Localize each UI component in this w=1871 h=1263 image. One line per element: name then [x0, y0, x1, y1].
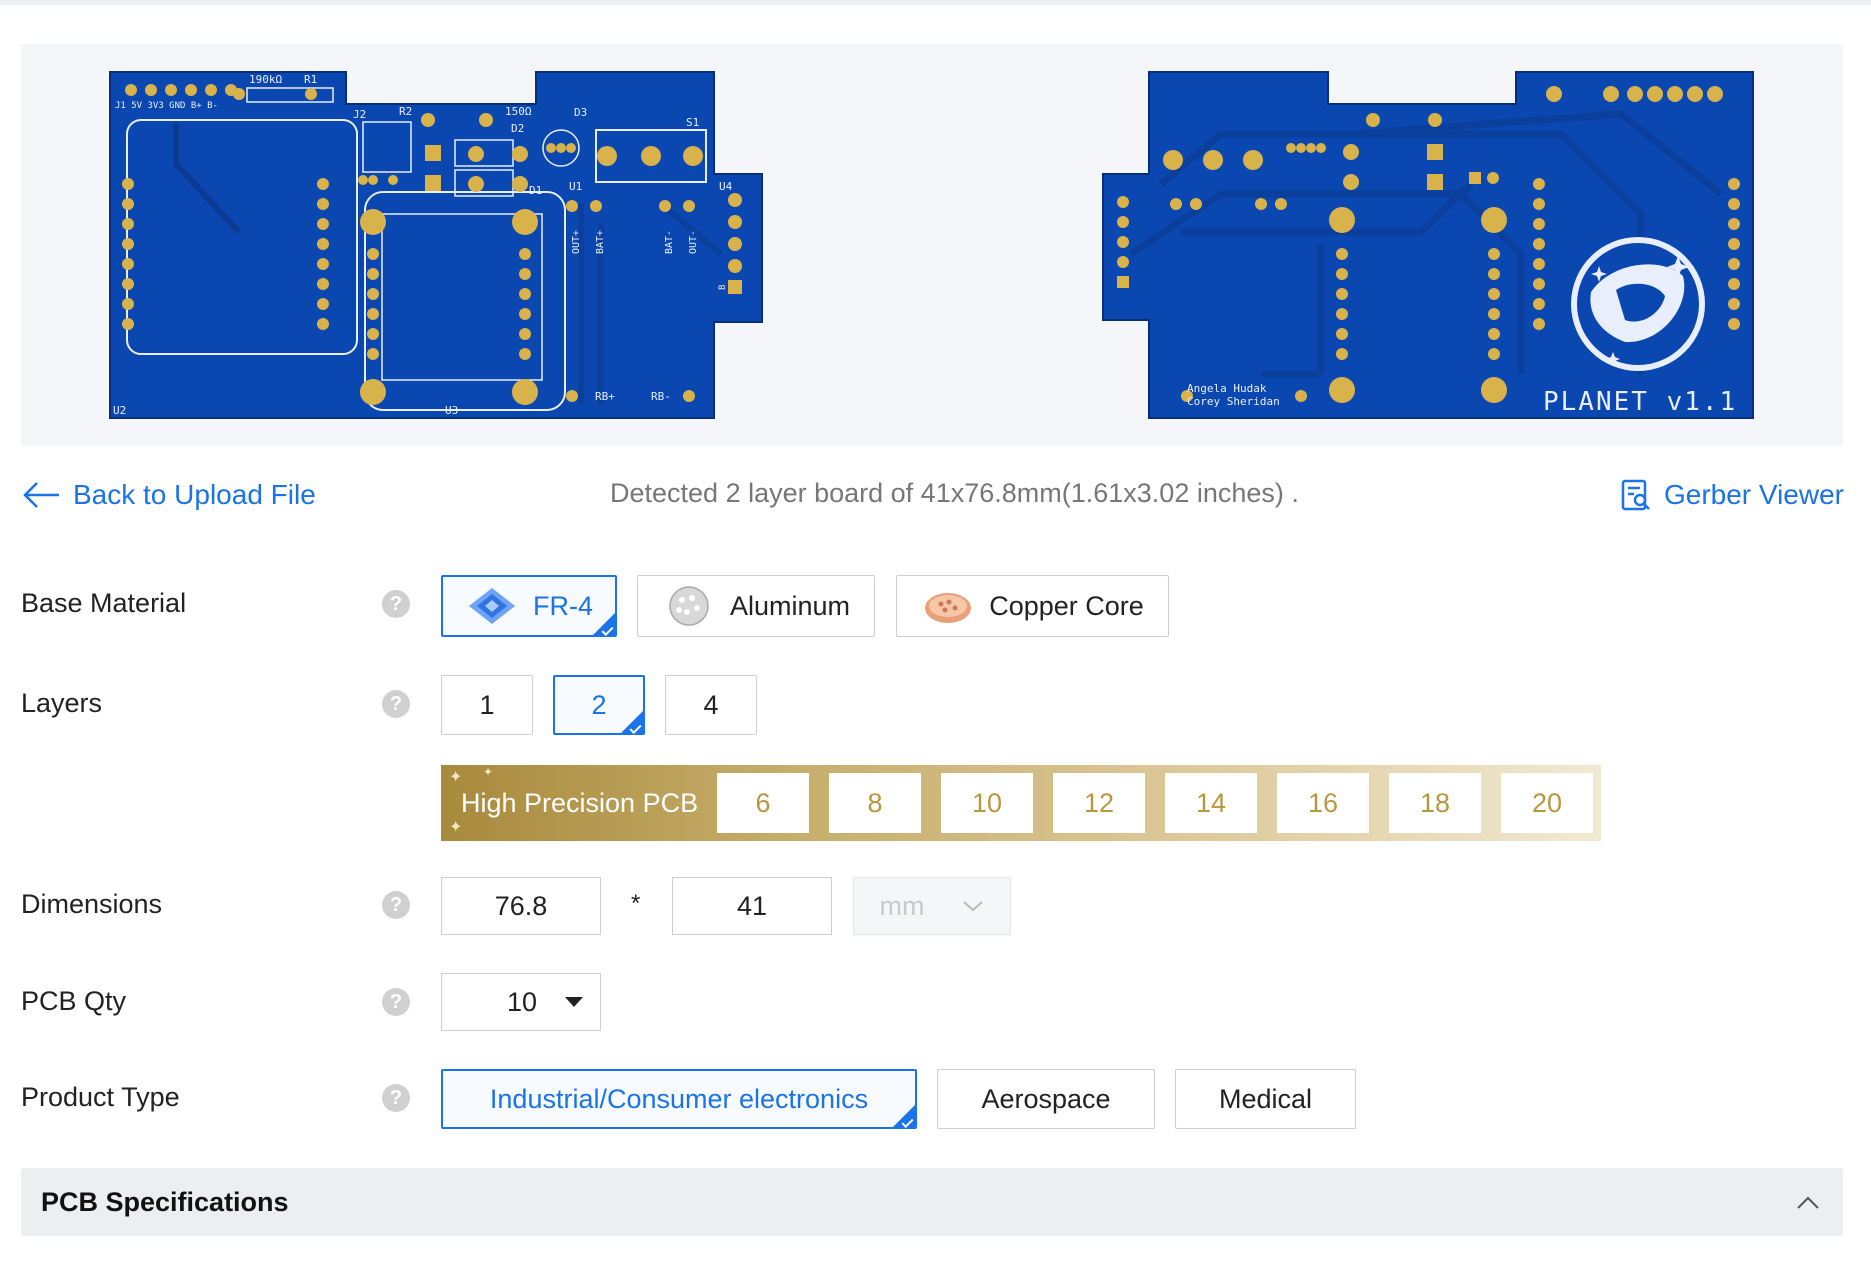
pcb-render-svg: 190kΩ R1 R2 150Ω J2 D2 D3 S1 D1 U1 U4 U2…: [109, 71, 1754, 419]
hp-layer-option[interactable]: 14: [1165, 773, 1257, 833]
silk-r-label: 190kΩ: [249, 73, 282, 86]
pcb-specifications-header[interactable]: PCB Specifications: [21, 1168, 1843, 1236]
hp-layer-option[interactable]: 16: [1277, 773, 1369, 833]
silk-u3: U3: [445, 404, 458, 417]
help-icon[interactable]: ?: [382, 590, 410, 618]
back-link-label: Back to Upload File: [73, 479, 316, 510]
silk-bat-plus: BAT+: [595, 230, 606, 254]
help-icon[interactable]: ?: [382, 891, 410, 919]
silk-u4: U4: [719, 180, 733, 193]
qty-value: 10: [507, 986, 538, 1017]
fr4-icon: [469, 588, 515, 624]
material-aluminum-option[interactable]: Aluminum: [637, 575, 875, 637]
gerber-viewer-link[interactable]: Gerber Viewer: [1620, 475, 1844, 515]
layers-label: Layers: [21, 688, 103, 718]
dimension-length-input[interactable]: 76.8: [441, 877, 601, 935]
dimension-times-sign: *: [631, 890, 641, 917]
silk-bat-minus: BAT-: [664, 230, 675, 254]
aluminum-icon: [669, 586, 709, 626]
silk-d1: D1: [529, 184, 542, 197]
product-option-label: Aerospace: [981, 1083, 1111, 1114]
product-option-label: Industrial/Consumer electronics: [489, 1083, 869, 1114]
silk-u1: U1: [569, 180, 582, 193]
silk-rb-minus: RB-: [651, 390, 671, 403]
layer-option-label: 4: [703, 689, 719, 720]
hp-layer-option[interactable]: 12: [1053, 773, 1145, 833]
dimensions-label: Dimensions: [21, 889, 163, 919]
silk-d3: D3: [574, 106, 587, 119]
caret-down-icon: [565, 997, 583, 1007]
silk-out-minus: OUT-: [688, 230, 699, 254]
top-divider: [0, 0, 1871, 5]
planet-logo-icon: [1571, 237, 1705, 371]
high-precision-label: High Precision PCB: [461, 787, 699, 818]
layer-option-label: 2: [591, 689, 607, 720]
layer-2-option[interactable]: 2: [553, 675, 645, 735]
hp-layer-option[interactable]: 18: [1389, 773, 1481, 833]
high-precision-bar: ✦ ✦ ✦ High Precision PCB 6 8 10 12 14 16…: [441, 765, 1601, 841]
hp-layer-option[interactable]: 20: [1501, 773, 1593, 833]
base-material-label: Base Material: [21, 588, 187, 618]
pcb-qty-label: PCB Qty: [21, 986, 127, 1016]
dimension-width-input[interactable]: 41: [672, 877, 832, 935]
layer-option-label: 1: [479, 689, 495, 720]
copper-core-icon: [925, 593, 972, 623]
dimension-unit-select[interactable]: mm: [853, 877, 1011, 935]
pcb-specifications-title: PCB Specifications: [41, 1186, 289, 1217]
silk-version: PLANET v1.1: [1543, 387, 1737, 417]
product-medical-option[interactable]: Medical: [1175, 1069, 1356, 1129]
silk-j2: J2: [353, 108, 366, 121]
product-option-label: Medical: [1218, 1083, 1313, 1114]
silk-rb-plus: RB+: [595, 390, 615, 403]
silk-header-pins: J1 5V 3V3 GND B+ B-: [115, 101, 218, 111]
product-type-label: Product Type: [21, 1082, 180, 1112]
arrow-left-icon: [23, 482, 59, 508]
silk-r2-value: 150Ω: [505, 105, 532, 118]
hp-layer-option[interactable]: 6: [717, 773, 809, 833]
material-option-label: FR-4: [533, 590, 593, 621]
help-icon[interactable]: ?: [382, 1084, 410, 1112]
material-option-label: Copper Core: [989, 590, 1144, 621]
silk-d2: D2: [511, 122, 524, 135]
layer-1-option[interactable]: 1: [441, 675, 533, 735]
material-option-label: Aluminum: [729, 590, 851, 621]
silk-author1: Angela Hudak: [1187, 382, 1267, 395]
help-icon[interactable]: ?: [382, 690, 410, 718]
chevron-down-icon: [963, 901, 984, 912]
back-to-upload-link[interactable]: Back to Upload File: [21, 475, 316, 515]
chevron-up-icon: [1797, 1196, 1819, 1209]
board-preview: 190kΩ R1 R2 150Ω J2 D2 D3 S1 D1 U1 U4 U2…: [21, 44, 1843, 446]
layer-4-option[interactable]: 4: [665, 675, 757, 735]
gerber-viewer-label: Gerber Viewer: [1663, 479, 1844, 510]
hp-layer-option[interactable]: 10: [941, 773, 1033, 833]
product-aerospace-option[interactable]: Aerospace: [937, 1069, 1155, 1129]
pcb-top-side: 190kΩ R1 R2 150Ω J2 D2 D3 S1 D1 U1 U4 U2…: [109, 71, 763, 419]
pcb-qty-select[interactable]: 10: [441, 973, 601, 1031]
silk-out-plus: OUT+: [571, 230, 582, 254]
silk-b-plus: B: [718, 285, 728, 290]
silk-s1: S1: [686, 116, 699, 129]
detected-board-info: Detected 2 layer board of 41x76.8mm(1.61…: [610, 478, 1299, 508]
hp-layer-option[interactable]: 8: [829, 773, 921, 833]
pcb-bottom-side: Angela Hudak Corey Sheridan PLANET v1.1: [1102, 71, 1754, 419]
silk-author2: Corey Sheridan: [1187, 395, 1280, 408]
material-copper-option[interactable]: Copper Core: [896, 575, 1169, 637]
silk-u2: U2: [113, 404, 126, 417]
product-industrial-option[interactable]: Industrial/Consumer electronics: [441, 1069, 917, 1129]
material-fr4-option[interactable]: FR-4: [441, 575, 617, 637]
silk-r2: R2: [399, 105, 412, 118]
unit-value: mm: [879, 890, 925, 921]
gerber-viewer-icon: [1621, 479, 1650, 511]
help-icon[interactable]: ?: [382, 988, 410, 1016]
silk-r1: R1: [304, 73, 317, 86]
